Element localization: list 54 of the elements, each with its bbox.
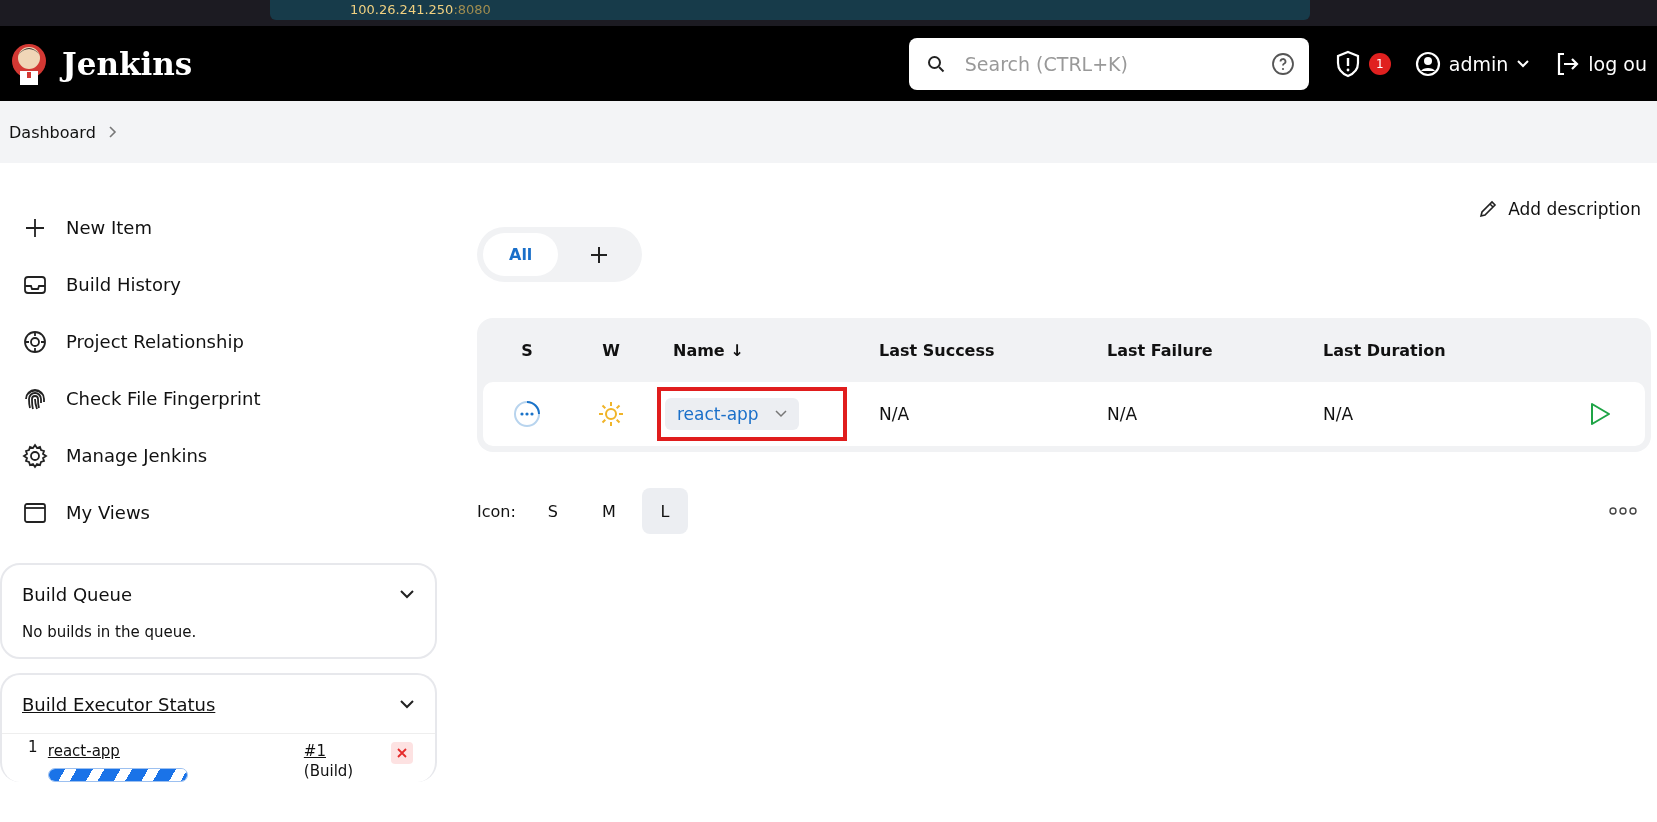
- pane-title: Build Queue: [22, 583, 133, 605]
- icon-size-option[interactable]: L: [641, 488, 688, 534]
- shield-icon[interactable]: [1334, 49, 1361, 78]
- executor-number: 1: [28, 738, 39, 756]
- sidebar-item[interactable]: New Item: [22, 199, 437, 256]
- column-header[interactable]: W: [571, 340, 651, 360]
- build-link[interactable]: #1: [303, 742, 392, 760]
- column-header[interactable]: Last Success: [879, 340, 1107, 360]
- help-icon[interactable]: [1270, 51, 1295, 76]
- column-header[interactable]: Last Failure: [1107, 340, 1323, 360]
- table-cell-text: N/A: [1323, 404, 1355, 424]
- view-tab[interactable]: All: [483, 233, 559, 276]
- logout-link[interactable]: log ou: [1588, 52, 1647, 75]
- close-icon: [396, 747, 409, 759]
- pane-title-link[interactable]: Build Executor Status: [22, 693, 216, 715]
- icon-size-option[interactable]: M: [585, 488, 632, 534]
- icon-size-label: Icon:: [477, 501, 516, 521]
- empty-queue-message: No builds in the queue.: [22, 623, 198, 641]
- add-description-link[interactable]: Add description: [1478, 199, 1641, 219]
- job-link[interactable]: react-app: [665, 398, 799, 430]
- stop-button[interactable]: [391, 742, 413, 764]
- icon-size-option[interactable]: S: [529, 488, 576, 534]
- chevron-down-icon: [774, 410, 787, 418]
- sidebar-item[interactable]: Project Relationship: [22, 313, 437, 370]
- column-header[interactable]: S: [483, 340, 571, 360]
- build-note: (Build): [303, 762, 355, 780]
- pencil-icon: [1478, 199, 1499, 219]
- alert-count-badge: 1: [1368, 52, 1391, 75]
- user-icon: [1414, 50, 1441, 77]
- play-icon[interactable]: [1589, 402, 1611, 426]
- more-icon[interactable]: [1609, 506, 1637, 516]
- search-icon: [926, 54, 945, 73]
- column-header[interactable]: Last Duration: [1323, 340, 1553, 360]
- breadcrumb-link[interactable]: Dashboard: [9, 122, 96, 142]
- sidebar-item[interactable]: Check File Fingerprint: [22, 370, 437, 427]
- sidebar-item[interactable]: My Views: [22, 484, 437, 541]
- chevron-right-icon[interactable]: [107, 125, 118, 139]
- sun-icon: [597, 400, 625, 428]
- gear-icon: [22, 442, 48, 469]
- table-cell-text: N/A: [1107, 404, 1139, 424]
- table-cell-text: N/A: [879, 404, 911, 424]
- user-menu[interactable]: admin: [1448, 52, 1509, 75]
- column-header[interactable]: Name ↓: [651, 340, 879, 360]
- plus-icon[interactable]: [590, 245, 609, 264]
- address-bar[interactable]: 100.26.241.250:8080: [270, 0, 1310, 20]
- in-progress-status-icon: [513, 400, 541, 428]
- chevron-down-icon[interactable]: [399, 589, 415, 599]
- search-field[interactable]: Search (CTRL+K): [908, 37, 1309, 90]
- sidebar-item[interactable]: Manage Jenkins: [22, 427, 437, 484]
- job-link[interactable]: react-app: [47, 742, 304, 760]
- sidebar-item[interactable]: Build History: [22, 256, 437, 313]
- chevron-down-icon[interactable]: [399, 699, 415, 709]
- chevron-down-icon[interactable]: [1516, 58, 1531, 69]
- target-circle-icon: [22, 328, 48, 355]
